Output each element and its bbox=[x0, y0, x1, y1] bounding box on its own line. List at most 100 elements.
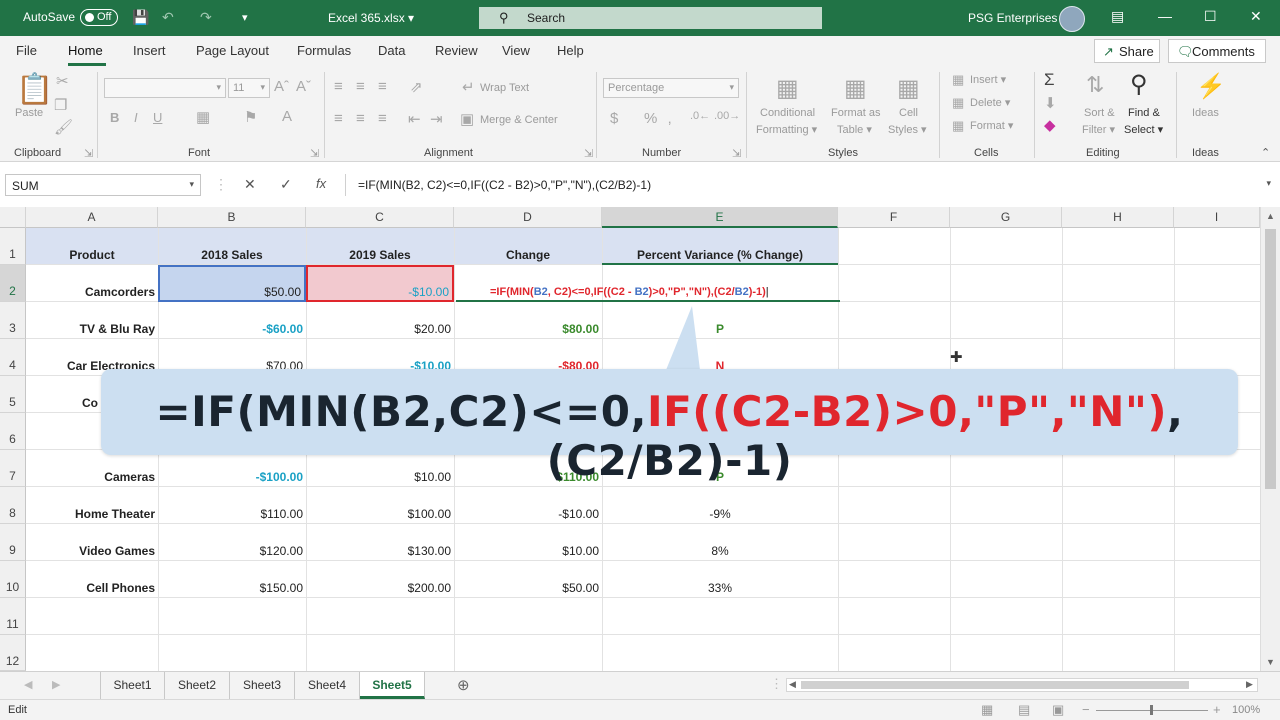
close-icon[interactable]: ✕ bbox=[1250, 8, 1262, 25]
zoom-slider[interactable] bbox=[1096, 705, 1208, 715]
customize-qat-icon[interactable]: ▾ bbox=[242, 11, 248, 24]
delete-cells-icon[interactable]: ▦ bbox=[952, 95, 964, 111]
tab-page-layout[interactable]: Page Layout bbox=[196, 43, 269, 58]
increase-font-icon[interactable]: Aˆ bbox=[274, 78, 289, 95]
tab-home[interactable]: Home bbox=[68, 43, 103, 58]
font-name-combo[interactable]: ▾ bbox=[104, 78, 226, 98]
clear-icon[interactable]: ◆ bbox=[1044, 116, 1056, 134]
undo-icon[interactable]: ↶ bbox=[162, 9, 174, 26]
sheet-tab-sheet5[interactable]: Sheet5 bbox=[360, 672, 425, 699]
cell-b2-reference[interactable]: $50.00 bbox=[158, 265, 306, 302]
insert-cells-icon[interactable]: ▦ bbox=[952, 72, 964, 88]
scroll-right-icon[interactable]: ▶ bbox=[1246, 679, 1253, 690]
row-header-6[interactable]: 6 bbox=[0, 413, 26, 450]
sort-label-2[interactable]: Filter ▾ bbox=[1082, 123, 1115, 136]
merge-center-label[interactable]: Merge & Center bbox=[480, 114, 558, 126]
row-header-1[interactable]: 1 bbox=[0, 228, 26, 265]
underline-icon[interactable]: U bbox=[153, 110, 162, 125]
avatar[interactable] bbox=[1059, 6, 1085, 32]
tab-file[interactable]: File bbox=[16, 43, 37, 58]
number-format-combo[interactable]: Percentage ▾ bbox=[603, 78, 739, 98]
cell-a3[interactable]: TV & Blu Ray bbox=[26, 302, 158, 339]
cell-b3[interactable]: -$60.00 bbox=[158, 302, 306, 339]
fill-icon[interactable]: ⬇ bbox=[1044, 94, 1057, 112]
font-size-combo[interactable]: 11 ▾ bbox=[228, 78, 270, 98]
cell-c9[interactable]: $130.00 bbox=[306, 524, 454, 561]
maximize-icon[interactable]: ☐ bbox=[1204, 8, 1217, 25]
conditional-formatting-icon[interactable]: ▦ bbox=[776, 74, 799, 103]
cell-c8[interactable]: $100.00 bbox=[306, 487, 454, 524]
scroll-up-icon[interactable]: ▲ bbox=[1266, 211, 1275, 221]
insert-label[interactable]: Insert ▾ bbox=[970, 73, 1006, 86]
enter-entry-icon[interactable]: ✓ bbox=[280, 176, 292, 193]
cell-b10[interactable]: $150.00 bbox=[158, 561, 306, 598]
merge-center-icon[interactable]: ▣ bbox=[460, 110, 474, 128]
tab-formulas[interactable]: Formulas bbox=[297, 43, 351, 58]
row-header-4[interactable]: 4 bbox=[0, 339, 26, 376]
cancel-entry-icon[interactable]: ✕ bbox=[244, 176, 256, 193]
cell-e8[interactable]: -9% bbox=[602, 487, 838, 524]
next-sheet-icon[interactable]: ▶ bbox=[52, 678, 60, 691]
horizontal-scrollbar[interactable]: ◀ ▶ bbox=[786, 678, 1258, 692]
conditional-label-1[interactable]: Conditional bbox=[760, 107, 815, 119]
row-header-9[interactable]: 9 bbox=[0, 524, 26, 561]
share-button[interactable]: ↗ Share bbox=[1094, 39, 1160, 63]
sort-filter-icon[interactable]: ⇅ bbox=[1086, 72, 1104, 98]
zoom-slider-thumb[interactable] bbox=[1150, 705, 1153, 715]
ideas-label[interactable]: Ideas bbox=[1192, 107, 1219, 119]
find-select-icon[interactable]: ⚲ bbox=[1130, 70, 1148, 99]
zoom-out-icon[interactable]: − bbox=[1082, 702, 1090, 717]
cell-b9[interactable]: $120.00 bbox=[158, 524, 306, 561]
paste-icon[interactable]: 📋 bbox=[16, 72, 53, 107]
cut-icon[interactable]: ✂ bbox=[56, 72, 69, 90]
cell-a8[interactable]: Home Theater bbox=[26, 487, 158, 524]
cell-a2[interactable]: Camcorders bbox=[26, 265, 158, 302]
decrease-decimal-icon[interactable]: .00→ bbox=[714, 110, 740, 122]
sheet-tab-sheet2[interactable]: Sheet2 bbox=[165, 672, 230, 699]
scrollbar-thumb[interactable] bbox=[1265, 229, 1276, 489]
cell-c10[interactable]: $200.00 bbox=[306, 561, 454, 598]
normal-view-icon[interactable]: ▦ bbox=[981, 702, 993, 718]
cell-c2-reference[interactable]: -$10.00 bbox=[306, 265, 454, 302]
redo-icon[interactable]: ↷ bbox=[200, 9, 212, 26]
cell-b1[interactable]: 2018 Sales bbox=[158, 228, 306, 265]
cell-d9[interactable]: $10.00 bbox=[454, 524, 602, 561]
insert-function-icon[interactable]: fx bbox=[316, 176, 326, 191]
cell-c3[interactable]: $20.00 bbox=[306, 302, 454, 339]
expand-formula-icon[interactable]: ▾ bbox=[1266, 178, 1271, 189]
cell-d10[interactable]: $50.00 bbox=[454, 561, 602, 598]
percent-icon[interactable]: % bbox=[644, 110, 657, 127]
conditional-label-2[interactable]: Formatting ▾ bbox=[756, 123, 817, 136]
italic-icon[interactable]: I bbox=[134, 110, 138, 125]
comments-button[interactable]: 🗨 Comments bbox=[1168, 39, 1266, 63]
increase-indent-icon[interactable]: ⇥ bbox=[430, 110, 443, 128]
row-header-5[interactable]: 5 bbox=[0, 376, 26, 413]
tab-help[interactable]: Help bbox=[557, 43, 584, 58]
row-header-8[interactable]: 8 bbox=[0, 487, 26, 524]
autosave-toggle[interactable]: Off bbox=[80, 9, 118, 26]
column-header-i[interactable]: I bbox=[1174, 207, 1260, 228]
column-header-f[interactable]: F bbox=[838, 207, 950, 228]
alignment-launcher-icon[interactable]: ⇲ bbox=[584, 147, 593, 160]
cell-b8[interactable]: $110.00 bbox=[158, 487, 306, 524]
cell-a1[interactable]: Product bbox=[26, 228, 158, 265]
find-label-1[interactable]: Find & bbox=[1128, 107, 1160, 119]
format-as-table-icon[interactable]: ▦ bbox=[844, 74, 867, 103]
bold-icon[interactable]: B bbox=[110, 110, 119, 125]
cell-d3[interactable]: $80.00 bbox=[454, 302, 602, 339]
prev-sheet-icon[interactable]: ◀ bbox=[24, 678, 32, 691]
ribbon-display-icon[interactable]: ▤ bbox=[1111, 8, 1124, 25]
align-top-icon[interactable]: ≡ bbox=[334, 78, 343, 95]
column-header-g[interactable]: G bbox=[950, 207, 1062, 228]
row-header-7[interactable]: 7 bbox=[0, 450, 26, 487]
find-label-2[interactable]: Select ▾ bbox=[1124, 123, 1163, 136]
cell-c1[interactable]: 2019 Sales bbox=[306, 228, 454, 265]
orientation-icon[interactable]: ⇗ bbox=[410, 78, 423, 96]
minimize-icon[interactable]: — bbox=[1158, 8, 1172, 24]
align-right-icon[interactable]: ≡ bbox=[378, 110, 387, 127]
row-header-3[interactable]: 3 bbox=[0, 302, 26, 339]
add-sheet-icon[interactable]: ⊕ bbox=[457, 676, 470, 694]
column-header-b[interactable]: B bbox=[158, 207, 306, 228]
column-header-a[interactable]: A bbox=[26, 207, 158, 228]
fill-color-icon[interactable]: ⚑ bbox=[244, 108, 257, 126]
